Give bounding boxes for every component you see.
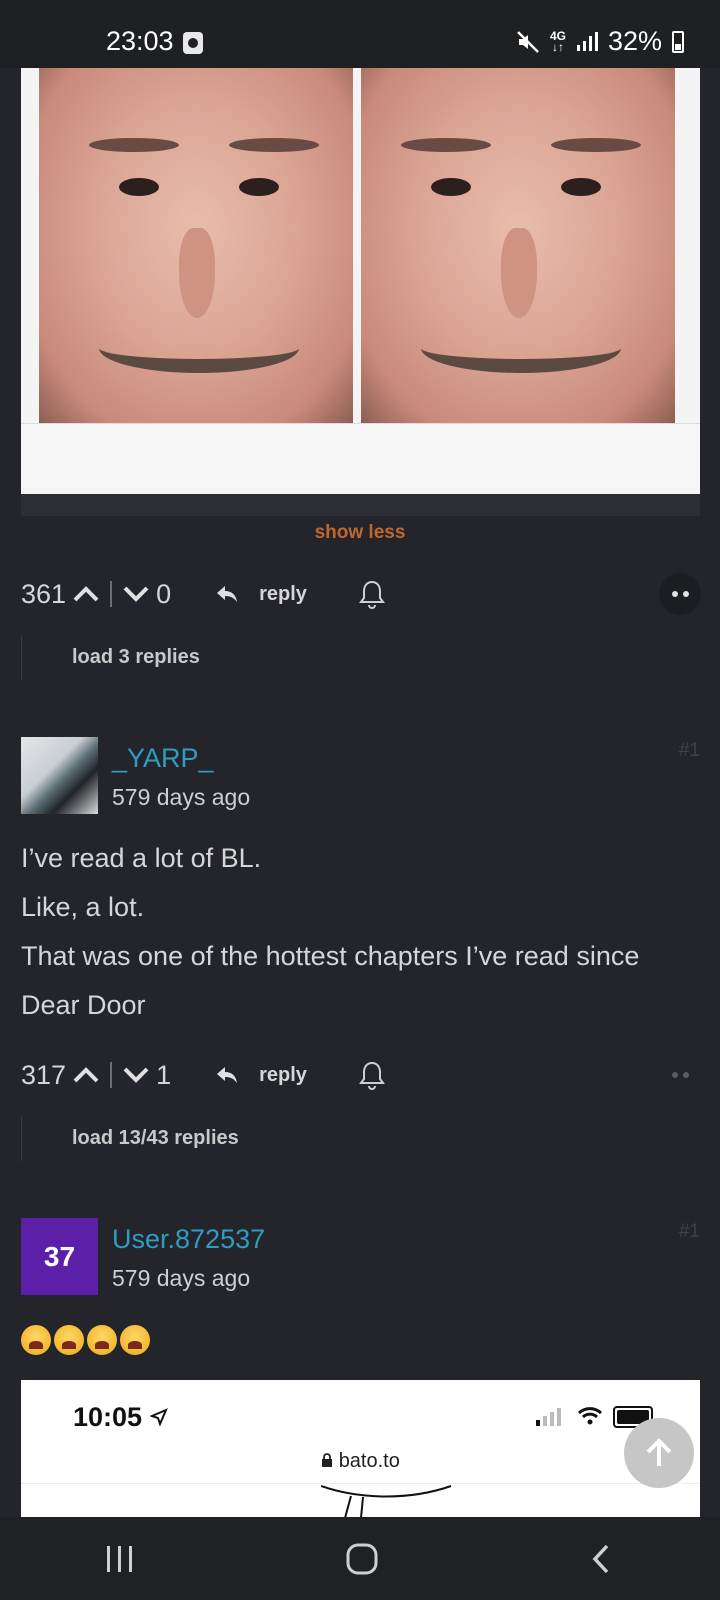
downvote-icon[interactable] [122, 584, 150, 604]
comment-actions: 317 1 reply [21, 1055, 701, 1095]
avatar[interactable]: 37 [21, 1218, 98, 1295]
embed-signal-icon [536, 1408, 561, 1426]
comment-time: 579 days ago [112, 784, 251, 810]
battery-icon [672, 30, 684, 53]
comment-actions: 361 0 reply [21, 573, 701, 615]
emoji-row [21, 1325, 153, 1360]
home-icon[interactable] [344, 1541, 380, 1577]
status-time: 23:03 [106, 26, 174, 56]
more-options-button[interactable] [659, 573, 701, 615]
network-type: 4G ↓↑ [549, 28, 566, 54]
comment-text-line: I’ve read a lot of BL. [21, 843, 262, 873]
downvote-count: 1 [156, 1059, 172, 1090]
comment-time: 579 days ago [112, 1265, 251, 1291]
signal-icon [576, 31, 598, 51]
recent-apps-icon[interactable] [103, 1543, 137, 1575]
reply-button[interactable]: reply [259, 1064, 307, 1087]
wifi-icon [577, 1407, 603, 1425]
notification-app-icon [183, 32, 203, 54]
battery-percent: 32% [607, 26, 662, 56]
upvote-count: 361 [21, 578, 67, 609]
vote-separator [110, 1062, 113, 1088]
username-link[interactable]: _YARP_ [112, 743, 214, 774]
weary-face-emoji [120, 1325, 150, 1355]
comment-image-screenshot[interactable]: 10:05 bato.to [21, 1380, 700, 1517]
comment-text-line: Dear Door [21, 990, 146, 1020]
weary-face-emoji [21, 1325, 51, 1355]
network-label: 4G [549, 28, 566, 43]
reply-icon[interactable] [215, 1064, 239, 1086]
embed-time-text: 10:05 [73, 1402, 143, 1432]
status-bar: 23:03 4G ↓↑ 32% [0, 0, 720, 68]
load-replies-label: load 3 replies [72, 646, 200, 668]
load-replies-label: load 13/43 replies [72, 1127, 239, 1149]
comment-index[interactable]: #1 [679, 1221, 700, 1243]
comment-index[interactable]: #1 [679, 740, 700, 762]
location-arrow-icon [148, 1408, 168, 1427]
bell-icon[interactable] [358, 1060, 385, 1090]
meme-face-right [361, 68, 675, 423]
comment-image-meme [21, 68, 700, 494]
comment-text-line: That was one of the hottest chapters I’v… [21, 941, 640, 971]
scroll-to-top-button[interactable] [624, 1418, 694, 1488]
speech-bubble-drawing [321, 1485, 452, 1517]
back-icon[interactable] [587, 1542, 617, 1576]
status-icons: 4G ↓↑ 32% [516, 26, 684, 57]
mute-icon [517, 30, 539, 53]
embed-url-text: bato.to [338, 1450, 400, 1472]
meme-caption-area [21, 423, 700, 494]
username-link[interactable]: User.872537 [112, 1224, 265, 1255]
load-replies-button[interactable]: load 13/43 replies [21, 1117, 239, 1161]
avatar[interactable] [21, 737, 98, 814]
weary-face-emoji [87, 1325, 117, 1355]
embed-status-time: 10:05 [73, 1402, 168, 1433]
bell-icon[interactable] [358, 579, 385, 609]
weary-face-emoji [54, 1325, 84, 1355]
image-divider [21, 494, 700, 516]
reply-icon[interactable] [215, 583, 239, 605]
meme-face-left [39, 68, 353, 423]
upvote-icon[interactable] [72, 584, 100, 604]
system-nav-bar [0, 1517, 720, 1600]
more-options-button[interactable] [659, 1054, 701, 1096]
load-replies-button[interactable]: load 3 replies [21, 636, 200, 680]
show-less-link[interactable]: show less [0, 522, 720, 544]
downvote-count: 0 [156, 578, 172, 609]
embed-url: bato.to [21, 1450, 700, 1473]
vote-separator [110, 581, 113, 607]
reply-button[interactable]: reply [259, 583, 307, 606]
comment-text-line: Like, a lot. [21, 892, 145, 922]
upvote-icon[interactable] [72, 1065, 100, 1085]
downvote-icon[interactable] [122, 1065, 150, 1085]
lock-icon [322, 1453, 333, 1467]
upvote-count: 317 [21, 1059, 67, 1090]
arrow-up-icon [646, 1438, 672, 1466]
